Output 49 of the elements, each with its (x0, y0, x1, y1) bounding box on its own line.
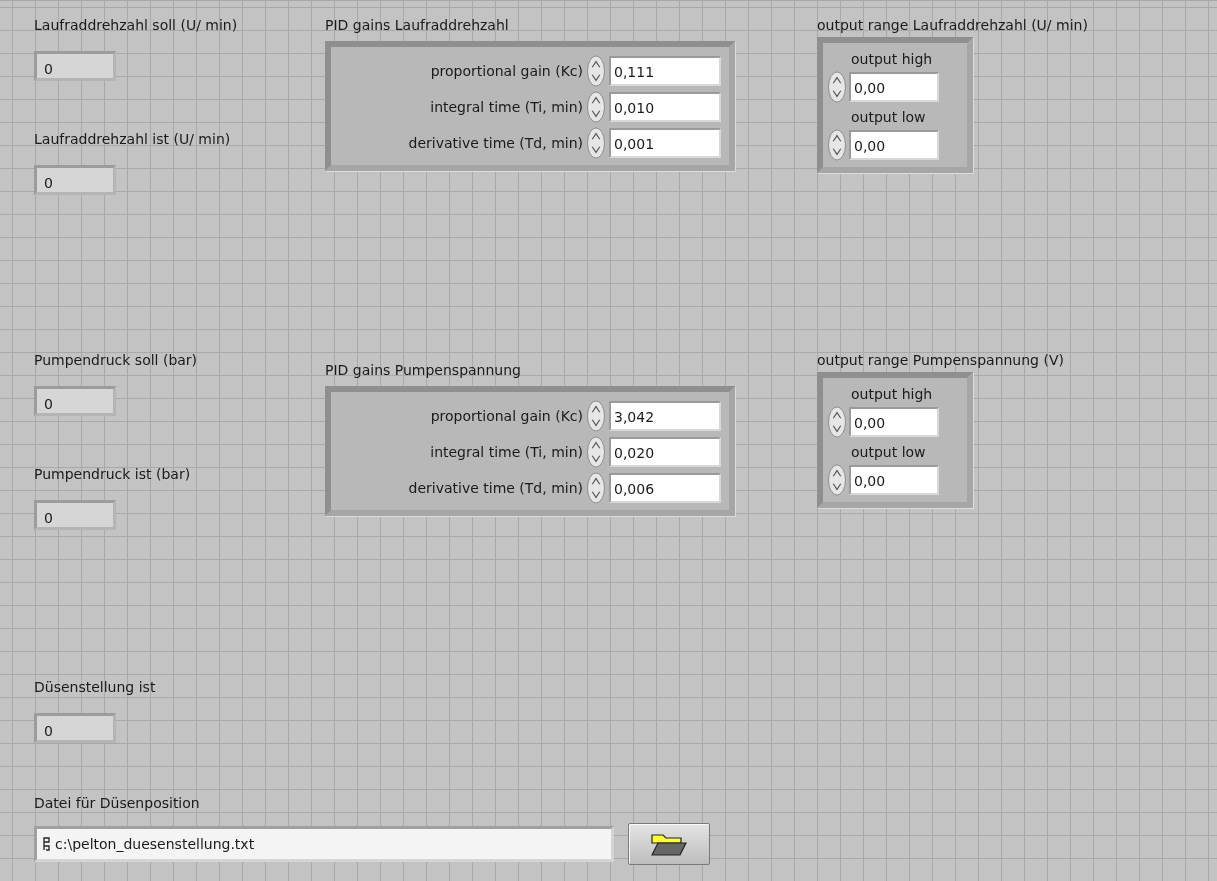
indicator-label: Düsenstellung ist (34, 678, 156, 697)
path-label: Datei für Düsenposition (34, 794, 201, 813)
browse-button[interactable] (628, 823, 710, 865)
cluster-label: PID gains Pumpenspannung (325, 361, 522, 380)
control-label: derivative time (Td, min) (408, 480, 583, 496)
numeric-indicator: 0 (34, 51, 116, 81)
numeric-input[interactable]: 0,006 (609, 473, 721, 503)
cluster-label: PID gains Laufraddrehzahl (325, 16, 510, 35)
file-path-field[interactable]: c:\pelton_duesenstellung.txt (34, 826, 614, 862)
numeric-input[interactable]: 0,00 (849, 72, 939, 102)
numeric-input[interactable]: 0,001 (609, 128, 721, 158)
numeric-input[interactable]: 0,111 (609, 56, 721, 86)
indicator-label: Pumpendruck soll (bar) (34, 351, 198, 370)
control-label: output low (851, 443, 927, 462)
increment-decrement-icon[interactable] (827, 464, 847, 496)
path-icon (43, 837, 51, 851)
cluster-label: output range Laufraddrehzahl (U/ min) (817, 16, 1088, 35)
indicator-label: Pumpendruck ist (bar) (34, 465, 192, 484)
control-label: proportional gain (Kc) (430, 63, 583, 79)
numeric-indicator: 0 (34, 500, 116, 530)
indicator-label: Laufraddrehzahl soll (U/ min) (34, 16, 238, 35)
increment-decrement-icon[interactable] (586, 91, 606, 123)
numeric-input[interactable]: 0,00 (849, 130, 939, 160)
indicator-label: Laufraddrehzahl ist (U/ min) (34, 130, 232, 149)
control-label: output high (851, 50, 934, 69)
increment-decrement-icon[interactable] (827, 129, 847, 161)
cluster-label: output range Pumpenspannung (V) (817, 351, 1064, 370)
numeric-input[interactable]: 0,020 (609, 437, 721, 467)
numeric-input[interactable]: 0,00 (849, 465, 939, 495)
numeric-input[interactable]: 0,00 (849, 407, 939, 437)
control-label: integral time (Ti, min) (430, 444, 583, 460)
control-label: proportional gain (Kc) (430, 408, 583, 424)
control-label: derivative time (Td, min) (408, 135, 583, 151)
increment-decrement-icon[interactable] (586, 436, 606, 468)
control-label: output high (851, 385, 934, 404)
increment-decrement-icon[interactable] (586, 472, 606, 504)
folder-icon (651, 832, 687, 856)
control-label: integral time (Ti, min) (430, 99, 583, 115)
increment-decrement-icon[interactable] (827, 71, 847, 103)
numeric-indicator: 0 (34, 165, 116, 195)
numeric-input[interactable]: 3,042 (609, 401, 721, 431)
increment-decrement-icon[interactable] (586, 400, 606, 432)
numeric-indicator: 0 (34, 386, 116, 416)
increment-decrement-icon[interactable] (586, 55, 606, 87)
control-label: output low (851, 108, 927, 127)
numeric-indicator: 0 (34, 713, 116, 743)
increment-decrement-icon[interactable] (586, 127, 606, 159)
numeric-input[interactable]: 0,010 (609, 92, 721, 122)
increment-decrement-icon[interactable] (827, 406, 847, 438)
